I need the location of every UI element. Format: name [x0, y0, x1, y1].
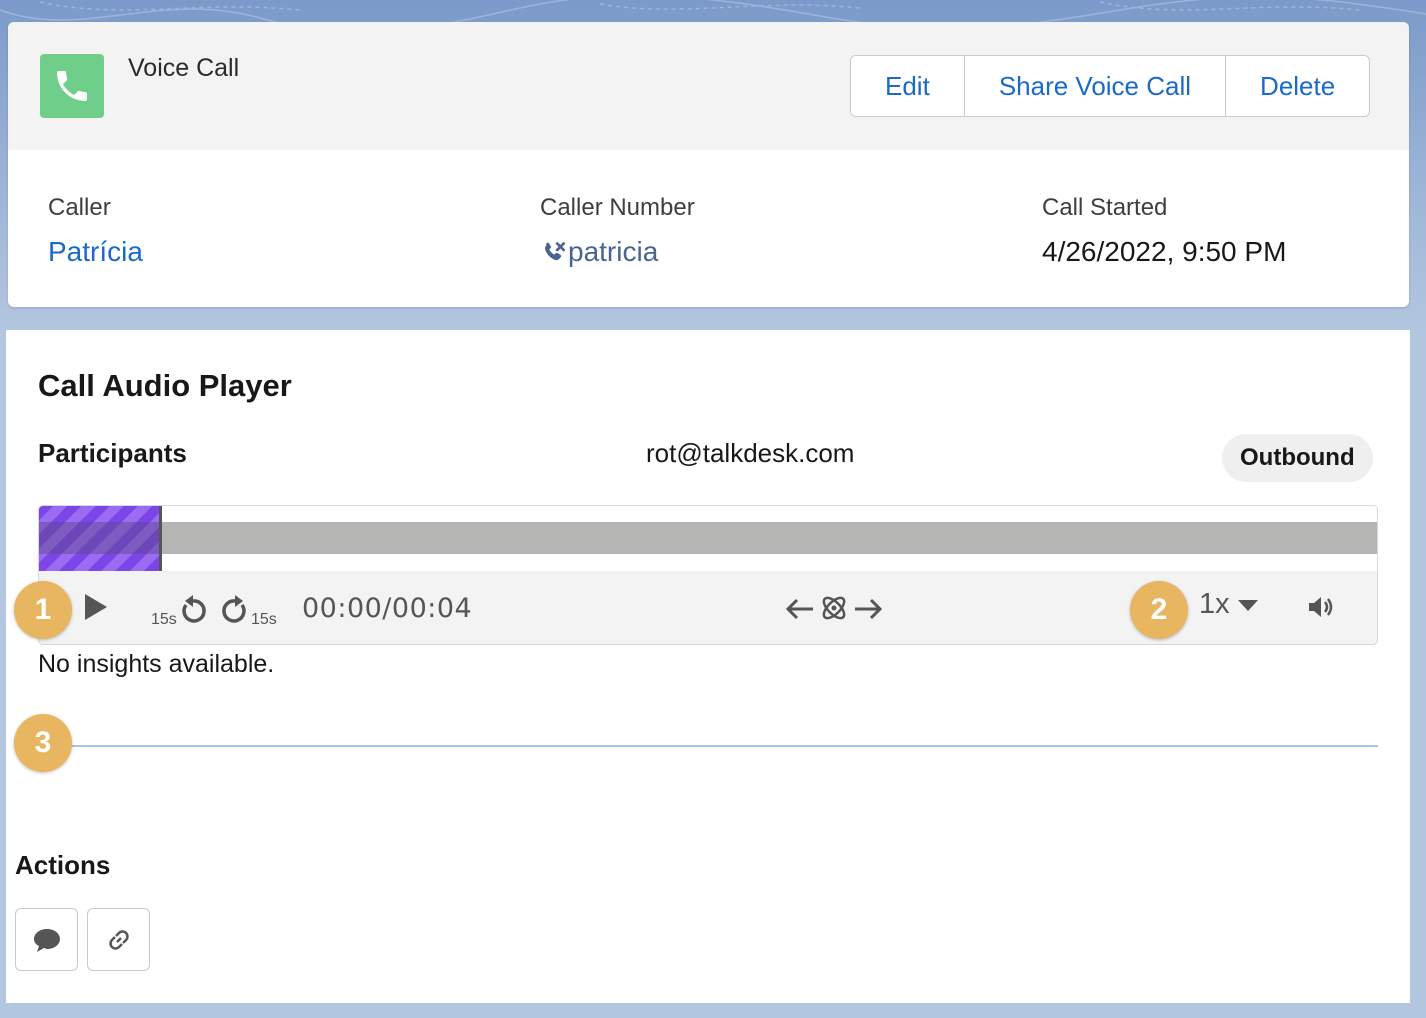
- call-started-label: Call Started: [1042, 194, 1168, 221]
- rewind-icon: [182, 595, 206, 623]
- playback-speed-dropdown[interactable]: 1x: [1199, 588, 1262, 621]
- play-button[interactable]: [81, 590, 111, 624]
- callout-marker-2: 2: [1130, 581, 1188, 639]
- previous-insight-button[interactable]: [783, 593, 817, 625]
- record-header: Voice Call Edit Share Voice Call Delete: [8, 22, 1409, 150]
- callout-marker-3: 3: [14, 714, 72, 772]
- record-action-buttons: Edit Share Voice Call Delete: [850, 55, 1371, 117]
- direction-badge: Outbound: [1222, 434, 1373, 482]
- waveform-track: [39, 522, 1377, 554]
- delete-button[interactable]: Delete: [1226, 56, 1370, 116]
- fast-forward-icon: [222, 595, 246, 623]
- arrow-left-icon: [785, 598, 813, 620]
- section-divider: [66, 745, 1378, 747]
- phone-icon: [40, 54, 104, 118]
- insights-empty-message: No insights available.: [38, 650, 275, 678]
- caller-link[interactable]: Patrícia: [48, 236, 143, 268]
- skip-forward-button[interactable]: 15s: [219, 591, 277, 629]
- caller-label: Caller: [48, 194, 111, 221]
- call-audio-player-card: Call Audio Player Participants rot@talkd…: [6, 330, 1410, 1003]
- atom-icon: [822, 596, 846, 620]
- caller-number-link[interactable]: patricia: [540, 236, 695, 268]
- link-icon: [108, 929, 129, 950]
- actions-title: Actions: [15, 850, 111, 880]
- ai-insight-button[interactable]: [817, 591, 851, 625]
- playhead[interactable]: [159, 506, 162, 571]
- waveform-progress-overlay: [39, 522, 159, 554]
- participant-email: rot@talkdesk.com: [646, 438, 906, 469]
- comment-button[interactable]: [15, 908, 78, 971]
- volume-icon: [1309, 597, 1333, 617]
- volume-button[interactable]: [1305, 591, 1337, 623]
- speed-value: 1x: [1199, 588, 1230, 620]
- comment-icon: [33, 928, 60, 952]
- call-started-field: Call Started 4/26/2022, 9:50 PM: [1042, 194, 1286, 268]
- record-header-card: Voice Call Edit Share Voice Call Delete …: [8, 22, 1409, 307]
- call-started-value: 4/26/2022, 9:50 PM: [1042, 236, 1287, 267]
- waveform[interactable]: [39, 506, 1377, 571]
- participant-email-text: rot@talkdesk.com: [646, 438, 855, 468]
- record-title: Voice Call: [128, 54, 240, 82]
- caller-number-value: patricia: [568, 236, 659, 267]
- play-icon: [85, 594, 107, 620]
- copy-link-button[interactable]: [87, 908, 150, 971]
- caller-field: Caller Patrícia: [48, 194, 143, 268]
- participants-label: Participants: [38, 438, 187, 468]
- next-insight-button[interactable]: [851, 593, 885, 625]
- card-title: Call Audio Player: [38, 368, 292, 403]
- skip-back-label: 15s: [151, 611, 177, 628]
- phone-glyph: [57, 71, 87, 101]
- arrow-right-icon: [855, 598, 883, 620]
- skip-forward-label: 15s: [251, 611, 277, 628]
- playback-time: 00:00/00:04: [302, 593, 473, 624]
- phone-call-icon: [545, 241, 566, 261]
- share-voice-call-button[interactable]: Share Voice Call: [964, 56, 1227, 116]
- caller-number-field: Caller Number patricia: [540, 194, 695, 268]
- caret-down-icon: [1237, 599, 1258, 611]
- caller-number-label: Caller Number: [540, 194, 695, 221]
- skip-back-button[interactable]: 15s: [151, 591, 209, 629]
- callout-marker-1: 1: [14, 581, 72, 639]
- edit-button[interactable]: Edit: [851, 56, 965, 116]
